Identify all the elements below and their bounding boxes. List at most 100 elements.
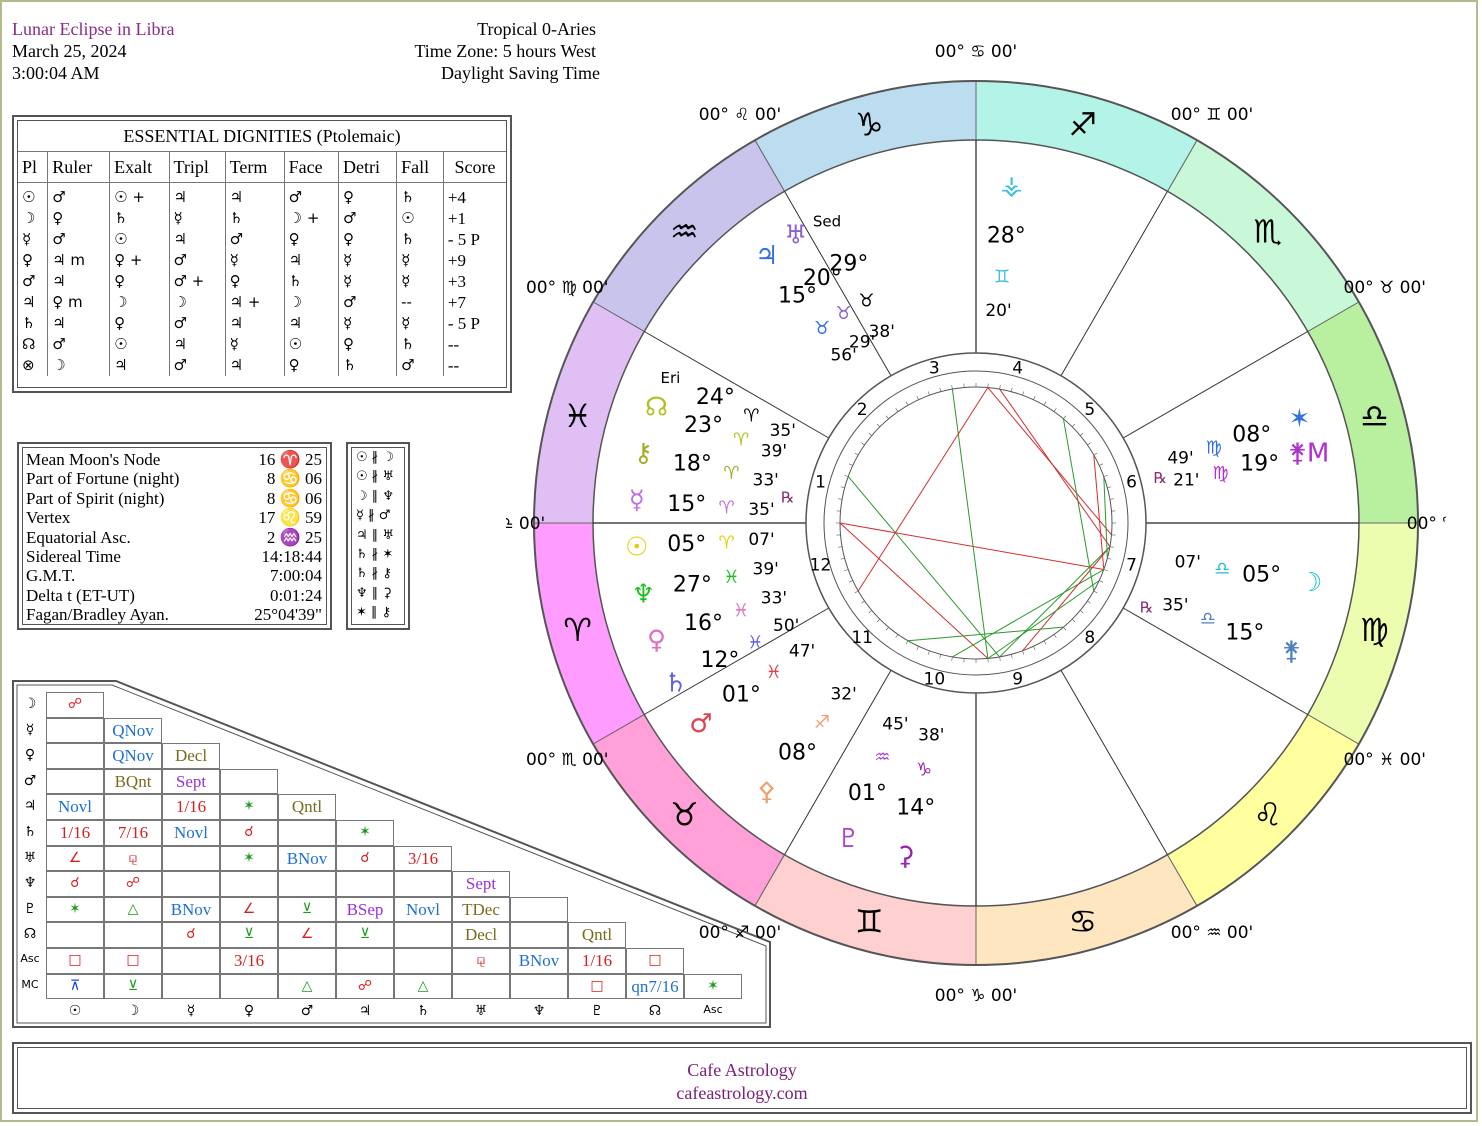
aspect-row-glyph: MC (21, 977, 39, 991)
planet-sign: ♎ (1200, 609, 1216, 630)
dignities-cell: ♃ (168, 182, 226, 208)
planet-glyph: ♆ (632, 580, 655, 610)
dignities-cell: -- (442, 334, 506, 355)
aspect-cell: Decl (162, 743, 220, 769)
dignities-cell: ♂ (337, 292, 397, 313)
dignities-cell: ♄ (22, 314, 36, 332)
aspect-cell: 7/16 (104, 820, 162, 846)
aspect-cell (452, 973, 510, 1000)
house-number: 10 (924, 670, 946, 690)
aspect-row-glyph: ☊ (23, 926, 37, 943)
aspect-cell (162, 845, 220, 872)
planet-minutes: 50' (773, 616, 799, 636)
cusp-label: 00° ♓ 00' (1344, 750, 1427, 770)
sign-glyph: ♍ (1360, 611, 1389, 649)
planet-sign: ♒ (874, 747, 890, 768)
aspect-cell: ✶ (220, 845, 278, 872)
dignities-cell: ♃ + (224, 292, 285, 313)
planet-glyph: ♀ (647, 625, 666, 655)
aspect-cell: Novl (394, 896, 452, 923)
planet-minutes: 49' (1167, 449, 1193, 469)
dignities-row: ☉ ♂ ☉ + ♃ ♃ ♂ ♀ ♄ +4 (18, 182, 506, 208)
planet-minutes: 35' (770, 421, 796, 441)
aspect-cell: ☍ (104, 871, 162, 897)
planet-sign: ♍ (1206, 438, 1222, 459)
house-number: 6 (1126, 472, 1137, 492)
planet-sign: ♓ (723, 567, 739, 588)
dignities-cell: ♄ (224, 208, 285, 229)
parallel-entry: ♄ ∦ ✶ (356, 547, 394, 562)
cusp-label: 00° ♏ 00' (526, 750, 609, 770)
sign-glyph: ♒ (670, 212, 699, 250)
planet-sign: ♊ (994, 266, 1010, 287)
sign-glyph: ♌ (1253, 796, 1282, 834)
cusp-label: 00° ♈ 00' (1407, 514, 1446, 534)
aspect-cell: 3/16 (394, 845, 452, 872)
aspect-cell: Sept (452, 871, 510, 897)
dignities-cell: ♂ (168, 250, 226, 271)
aspect-row-glyph: ♄ (23, 824, 37, 840)
aspect-cell (220, 871, 278, 897)
planet-minutes: 21' (1173, 470, 1199, 490)
dignities-row: ☽ ♀ ♄ ☿ ♄ ☽ + ♂ ☉ +1 (18, 208, 506, 229)
aspect-col-glyph: ♆ (532, 1003, 546, 1020)
aspect-cell: BNov (278, 845, 336, 872)
dignities-cell: -- (396, 292, 444, 313)
aspect-col-glyph: ♂ (300, 1003, 314, 1020)
dignities-header-7: Fall (396, 151, 444, 183)
planet-sign: ♈ (719, 532, 735, 553)
dignities-row: ♃ ♀ m ☽ ☽ ♃ + ☽ ♂ -- +7 (18, 292, 506, 313)
point-label: Part of Fortune (night) (26, 469, 180, 489)
aspect-cell (394, 948, 452, 974)
house-number: 11 (851, 628, 873, 648)
dignities-header-1: Ruler (47, 151, 110, 183)
dignities-cell: ♃ (22, 293, 36, 311)
aspect-cell: △ (278, 973, 336, 1000)
dignities-cell: ♀ + (109, 250, 170, 271)
planet-degree: 08° (778, 741, 817, 766)
dignities-cell: ♂ (47, 334, 110, 355)
planet-glyph: ⚳ (896, 842, 915, 872)
planet-degree: 15° (1225, 621, 1264, 646)
dignities-cell: ☽ (22, 209, 36, 227)
sign-glyph: ♑ (855, 106, 884, 144)
dignities-row: ♄ ♃ ♀ ♂ ♃ ♃ ☿ ☿ - 5 P (18, 313, 506, 334)
dignities-cell: ♀ (47, 208, 110, 229)
aspect-cell: Novl (46, 794, 104, 820)
chart-date: March 25, 2024 (12, 41, 127, 61)
planet-sign: ♉ (814, 318, 830, 339)
dignities-cell: ♃ (283, 313, 339, 334)
dignities-cell: ♀ (337, 334, 397, 355)
planet-sign: ♈ (719, 498, 735, 519)
dignities-cell: +7 (442, 292, 506, 313)
planet-glyph: ☿ (629, 485, 645, 515)
house-number: 5 (1084, 400, 1095, 420)
cusp-label: 00° ♐ 00' (699, 923, 782, 943)
dignities-cell: ☉ (22, 188, 36, 206)
point-label: Mean Moon's Node (26, 450, 161, 469)
footer-url[interactable]: cafeastrology.com (18, 1083, 1466, 1104)
aspect-col-glyph: ☊ (648, 1003, 662, 1020)
aspect-cell: ⊻ (278, 896, 336, 923)
house-number: 8 (1084, 628, 1095, 648)
planet-glyph: ⚶ (1000, 171, 1022, 201)
aspect-row-glyph: ♅ (23, 849, 37, 866)
aspect-cell (162, 871, 220, 897)
dignities-header-6: Detri (337, 151, 397, 183)
aspect-cell: ☌ (336, 845, 394, 872)
aspect-cell: ☌ (46, 871, 104, 897)
dignities-cell: ♂ (168, 355, 226, 376)
dignities-cell: ♂ (337, 208, 397, 229)
planet-sign: ♓ (733, 601, 749, 622)
dignities-cell: ☿ (396, 313, 444, 334)
dignities-row: ♀ ♃ m ♀ + ♂ ☿ ♃ ☿ ☿ +9 (18, 250, 506, 271)
aspect-cell: △ (104, 896, 162, 923)
dignities-table: Pl Ruler Exalt Tripl Term Face Detri Fall Score ☉… (18, 151, 506, 376)
aspect-cell: ∠ (278, 922, 336, 948)
sign-glyph: ♈ (563, 611, 592, 649)
point-label: Equatorial Asc. (26, 527, 131, 547)
aspect-col-glyph: ♅ (474, 1003, 488, 1020)
planet-sign: ♉ (858, 290, 874, 311)
aspect-cell (162, 973, 220, 1000)
planet-glyph: ♄ (664, 669, 687, 699)
